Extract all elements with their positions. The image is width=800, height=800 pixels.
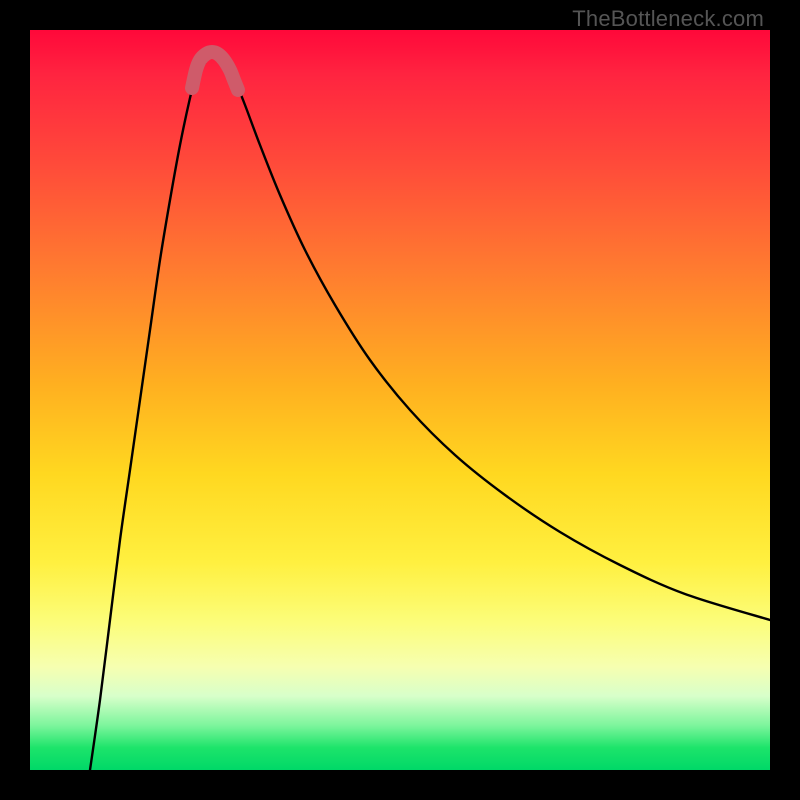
watermark-text: TheBottleneck.com [572,6,764,32]
curve-right-path [225,63,770,620]
chart-gradient-area [30,30,770,770]
chart-svg [30,30,770,770]
curve-left-path [90,63,205,770]
bottom-u-path [192,52,238,90]
